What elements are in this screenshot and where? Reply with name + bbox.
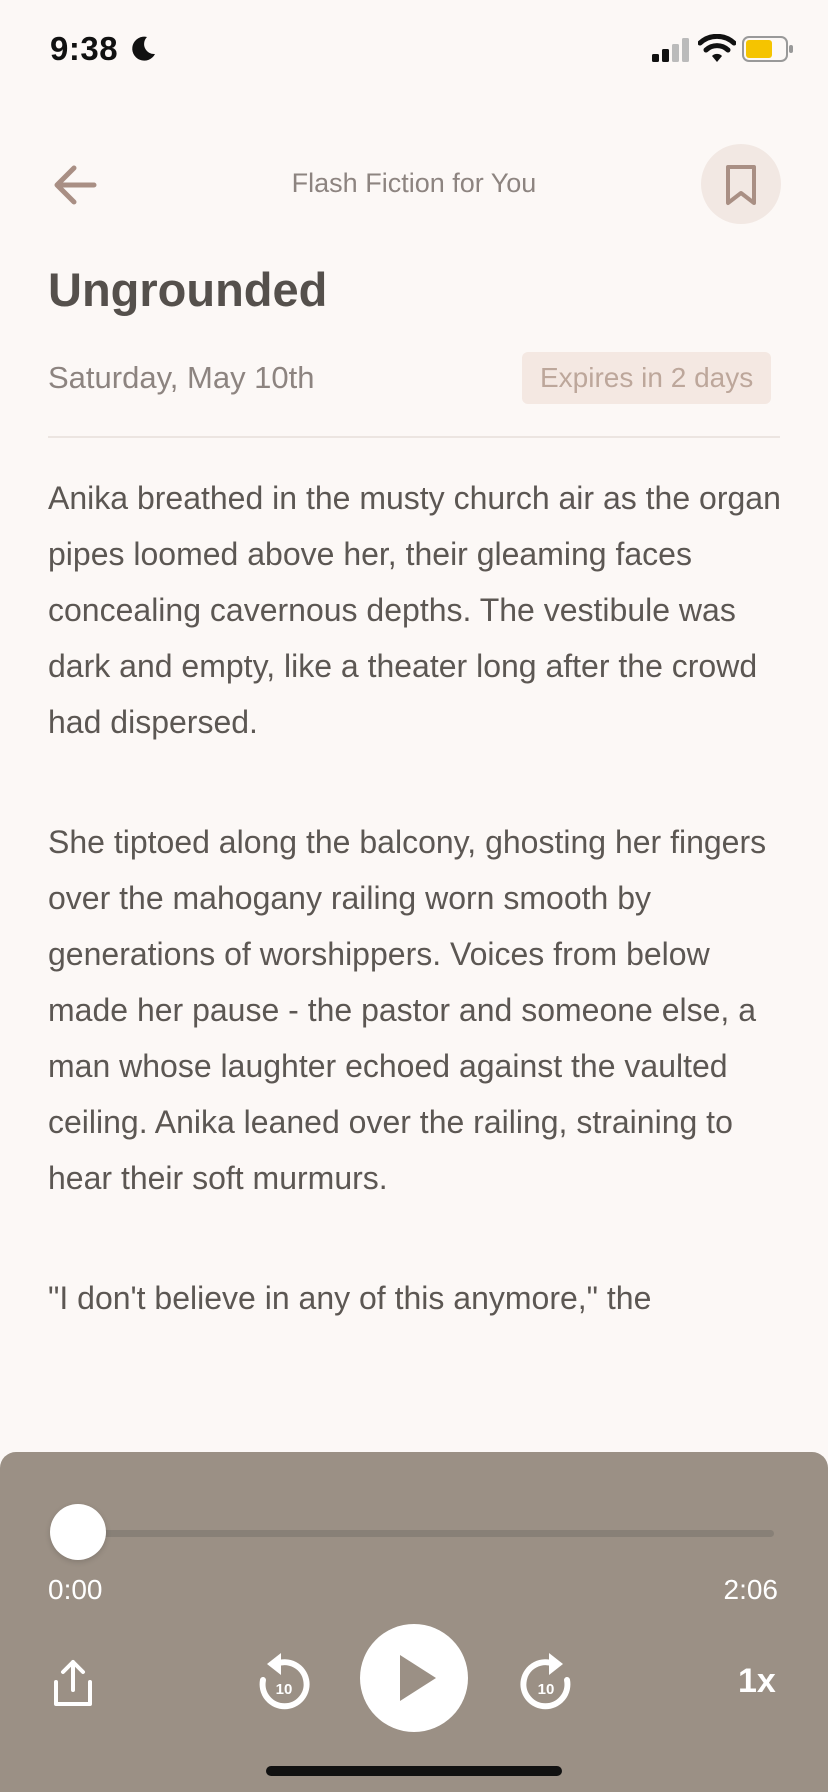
forward-10-icon: 10 [520, 1653, 571, 1710]
story-paragraph: Anika breathed in the musty church air a… [48, 480, 781, 740]
rewind-10-icon: 10 [259, 1653, 310, 1710]
play-button[interactable] [360, 1624, 468, 1732]
bookmark-icon [726, 165, 756, 205]
total-time: 2:06 [723, 1574, 779, 1605]
progress-thumb[interactable] [50, 1504, 106, 1560]
story-paragraph: "I don't believe in any of this anymore,… [48, 1280, 652, 1316]
moon-icon [132, 36, 155, 61]
share-button[interactable] [48, 1656, 98, 1712]
progress-track[interactable] [78, 1530, 774, 1537]
story-body: Anika breathed in the musty church air a… [48, 470, 788, 1390]
story-title: Ungrounded [48, 263, 328, 316]
story-date: Saturday, May 10th [48, 360, 315, 395]
rewind-10-label: 10 [276, 1681, 293, 1698]
playback-speed-button[interactable]: 1x [738, 1662, 776, 1701]
cellular-signal-icon [652, 38, 689, 62]
audio-player: 0:00 2:06 10 10 1x [0, 1452, 828, 1792]
rewind-10-button[interactable]: 10 [254, 1650, 314, 1716]
status-time: 9:38 [50, 30, 119, 67]
divider [48, 436, 780, 438]
bookmark-button[interactable] [701, 144, 781, 224]
elapsed-time: 0:00 [48, 1574, 103, 1605]
forward-10-button[interactable]: 10 [516, 1650, 576, 1716]
play-icon [400, 1655, 436, 1701]
forward-10-label: 10 [538, 1681, 555, 1698]
wifi-icon [698, 34, 736, 62]
status-bar: 9:38 [0, 0, 828, 100]
home-indicator [266, 1766, 562, 1776]
story-paragraph: She tiptoed along the balcony, ghosting … [48, 824, 767, 1196]
expiry-badge: Expires in 2 days [522, 352, 772, 404]
header: Flash Fiction for You [0, 140, 828, 230]
battery-icon [742, 36, 793, 62]
share-icon [54, 1660, 92, 1706]
